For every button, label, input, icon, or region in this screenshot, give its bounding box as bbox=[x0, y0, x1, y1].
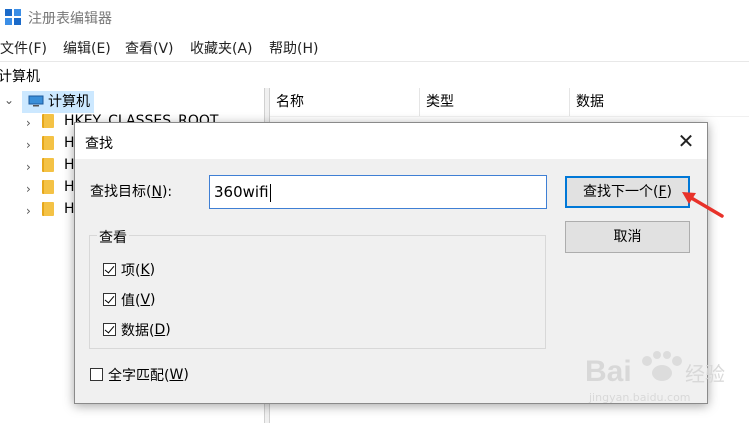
svg-text:经验: 经验 bbox=[685, 362, 725, 386]
menu-favorites[interactable]: 收藏夹(A) bbox=[190, 38, 253, 58]
checkbox-label: 全字匹配( bbox=[108, 368, 170, 384]
regedit-icon bbox=[5, 9, 21, 25]
look-at-group-title: 查看 bbox=[97, 227, 129, 247]
chevron-right-icon[interactable]: › bbox=[26, 160, 31, 174]
menu-bar: 文件(F) 编辑(E) 查看(V) 收藏夹(A) 帮助(H) bbox=[0, 38, 749, 60]
tree-node-3[interactable]: › H bbox=[26, 157, 75, 179]
chevron-down-icon[interactable]: ⌄ bbox=[4, 93, 14, 107]
tree-root-label: 计算机 bbox=[48, 94, 90, 110]
checkbox-keys[interactable]: 项(K) bbox=[103, 260, 155, 280]
menu-help[interactable]: 帮助(H) bbox=[269, 38, 318, 58]
checkbox-checked-icon[interactable] bbox=[103, 262, 116, 276]
close-icon[interactable]: ✕ bbox=[671, 127, 701, 155]
menu-edit[interactable]: 编辑(E) bbox=[63, 38, 111, 58]
chevron-right-icon[interactable]: › bbox=[26, 204, 31, 218]
annotation-arrow-icon bbox=[682, 192, 724, 218]
menu-view[interactable]: 查看(V) bbox=[125, 38, 174, 58]
checkbox-values[interactable]: 值(V) bbox=[103, 290, 156, 310]
computer-icon bbox=[28, 95, 44, 107]
tree-node-4[interactable]: › H bbox=[26, 179, 75, 201]
checkbox-data[interactable]: 数据(D) bbox=[103, 320, 171, 340]
folder-icon bbox=[42, 180, 54, 194]
folder-icon bbox=[42, 114, 54, 128]
folder-icon bbox=[42, 202, 54, 216]
window-title: 注册表编辑器 bbox=[28, 11, 112, 27]
checkbox-accesskey: K bbox=[140, 262, 150, 278]
tree-node-label: H bbox=[64, 135, 75, 151]
dialog-title: 查找 bbox=[85, 136, 113, 152]
cancel-button[interactable]: 取消 bbox=[565, 221, 690, 253]
checkbox-checked-icon[interactable] bbox=[103, 292, 116, 306]
chevron-right-icon[interactable]: › bbox=[26, 116, 31, 130]
baidu-jingyan-watermark-logo: Bai 经验 jingyan.baidu.com bbox=[585, 351, 725, 404]
checkbox-label: 数据( bbox=[121, 323, 155, 339]
find-what-accesskey: N bbox=[151, 184, 162, 200]
tree-root-selected[interactable]: 计算机 bbox=[22, 91, 94, 113]
dialog-titlebar[interactable]: 查找 ✕ bbox=[75, 123, 707, 159]
find-next-label: 查找下一个( bbox=[583, 184, 659, 200]
tree-node-2[interactable]: › H bbox=[26, 135, 75, 157]
chevron-right-icon[interactable]: › bbox=[26, 138, 31, 152]
checkbox-label: 项( bbox=[121, 263, 141, 279]
column-header-type[interactable]: 类型 bbox=[420, 88, 570, 116]
checkbox-label-end: ) bbox=[150, 292, 156, 308]
svg-text:Bai: Bai bbox=[585, 355, 632, 388]
chevron-right-icon[interactable]: › bbox=[26, 182, 31, 196]
window-titlebar: 注册表编辑器 bbox=[0, 0, 749, 34]
column-header-name[interactable]: 名称 bbox=[270, 88, 420, 116]
tree-node-label: H bbox=[64, 179, 75, 195]
checkbox-accesskey: W bbox=[169, 367, 184, 383]
tree-node-5[interactable]: › H bbox=[26, 201, 75, 223]
text-caret bbox=[269, 183, 271, 202]
column-header-data[interactable]: 数据 bbox=[570, 88, 749, 116]
folder-icon bbox=[42, 158, 54, 172]
checkbox-accesskey: D bbox=[154, 322, 166, 338]
checkbox-label: 值( bbox=[121, 293, 141, 309]
find-what-input[interactable]: 360wifi bbox=[209, 175, 547, 209]
find-what-text: 查找目标( bbox=[90, 184, 152, 200]
header-divider bbox=[270, 116, 749, 117]
checkbox-unchecked-icon[interactable] bbox=[90, 367, 103, 381]
find-next-accesskey: F bbox=[658, 184, 667, 200]
address-path: 计算机 bbox=[0, 69, 40, 85]
checkbox-match-whole-string[interactable]: 全字匹配(W) bbox=[90, 365, 189, 385]
find-next-button[interactable]: 查找下一个(F) bbox=[565, 176, 690, 208]
folder-icon bbox=[42, 136, 54, 150]
find-what-label: 查找目标(N): bbox=[90, 181, 172, 201]
tree-node-label: H bbox=[64, 157, 75, 173]
checkbox-checked-icon[interactable] bbox=[103, 322, 116, 336]
find-next-label-end: ) bbox=[666, 184, 672, 200]
svg-text:jingyan.baidu.com: jingyan.baidu.com bbox=[588, 391, 691, 404]
checkbox-label-end: ) bbox=[183, 367, 189, 383]
find-what-value: 360wifi bbox=[214, 183, 269, 201]
menu-file[interactable]: 文件(F) bbox=[0, 38, 47, 58]
checkbox-label-end: ) bbox=[165, 322, 171, 338]
tree-node-label: H bbox=[64, 201, 75, 217]
checkbox-label-end: ) bbox=[149, 262, 156, 278]
checkbox-accesskey: V bbox=[140, 292, 151, 308]
find-what-text-end: ): bbox=[161, 184, 173, 200]
address-bar[interactable]: 计算机 bbox=[0, 61, 749, 89]
